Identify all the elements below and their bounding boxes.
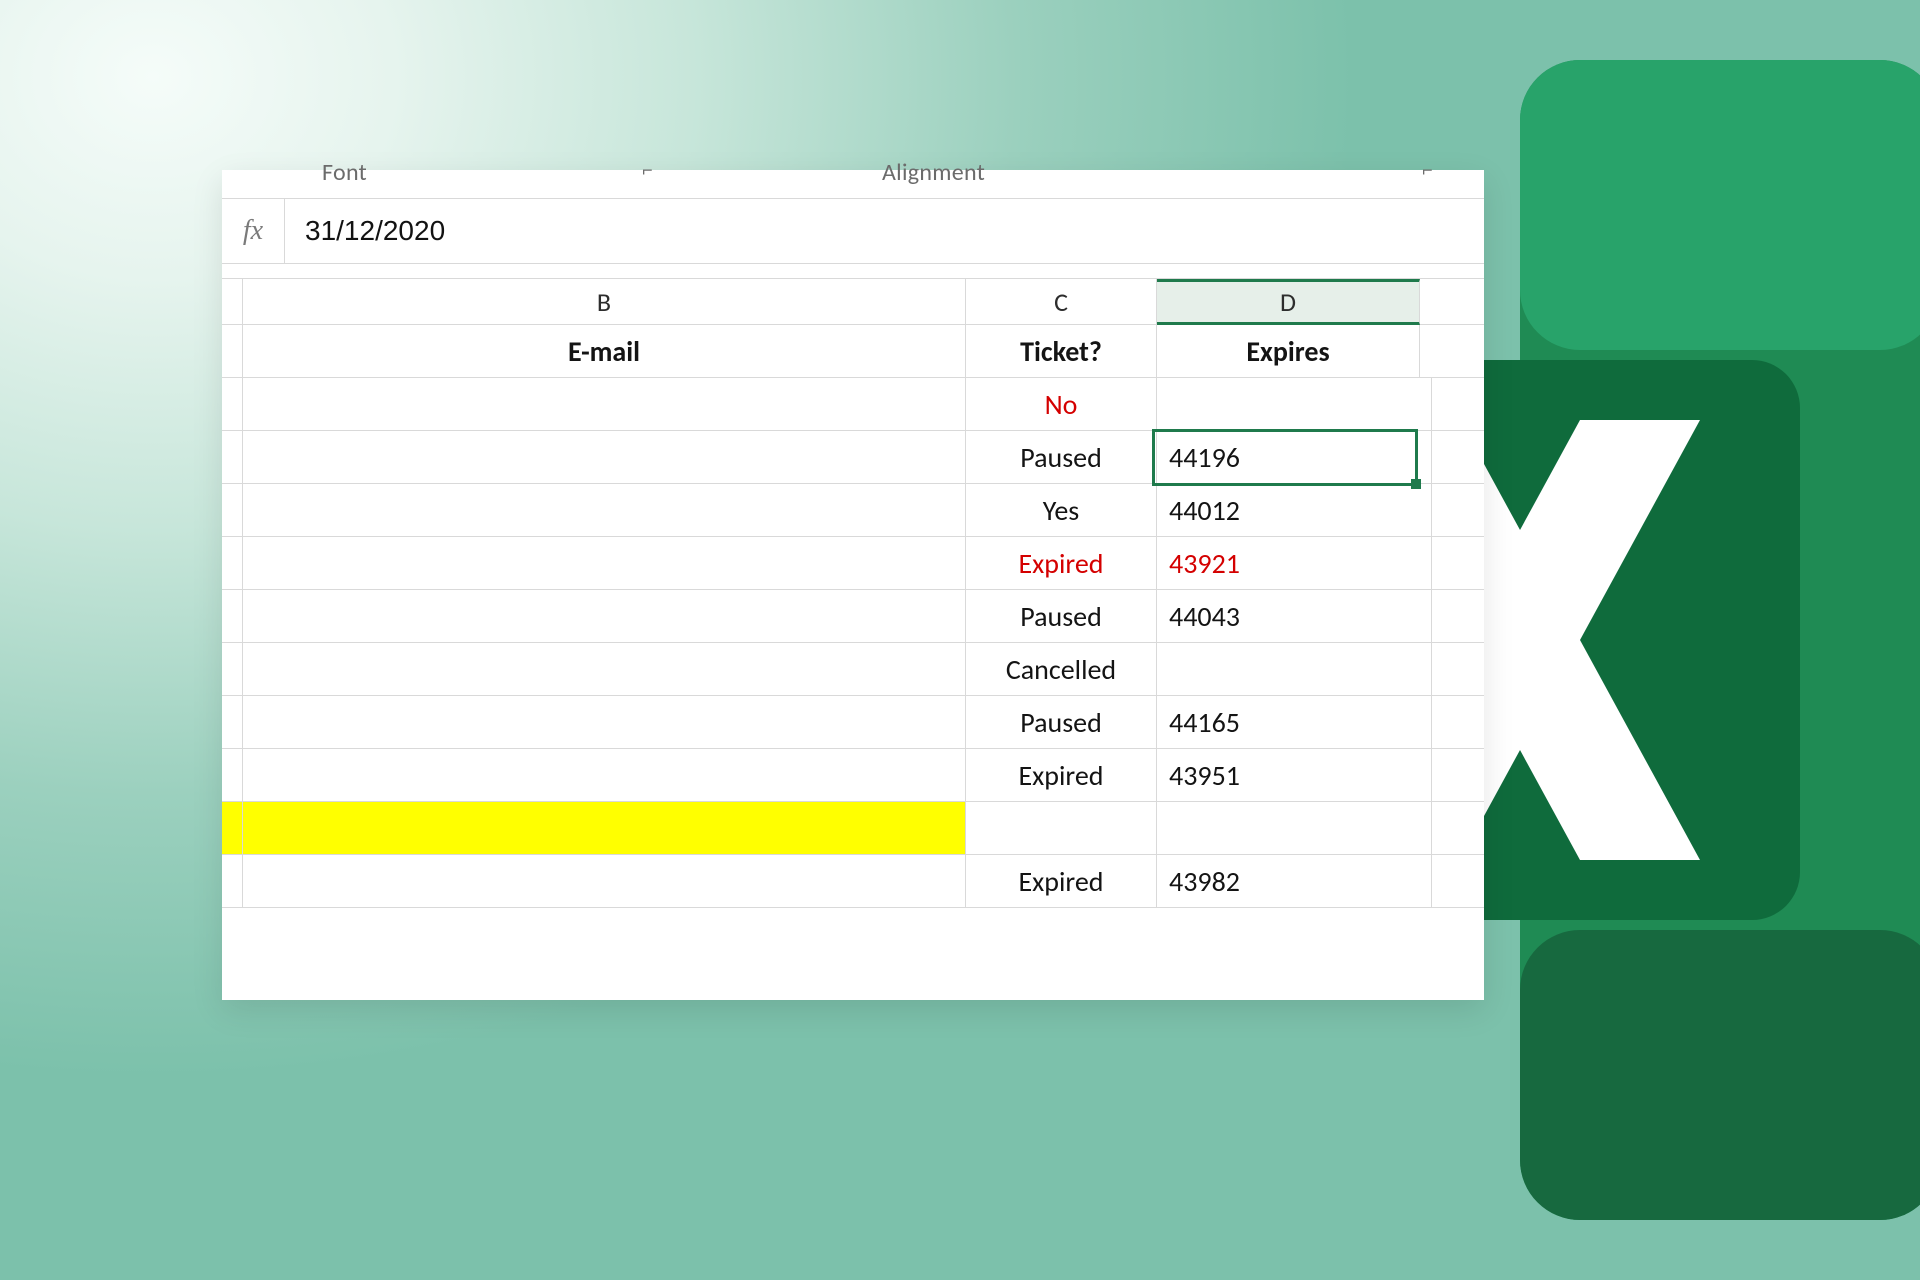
cell[interactable]: [243, 643, 966, 696]
fx-icon[interactable]: fx: [222, 199, 285, 263]
cell[interactable]: Paused: [966, 431, 1157, 484]
cell[interactable]: E-mail: [243, 325, 966, 378]
cell[interactable]: [222, 855, 243, 908]
cell[interactable]: [1432, 855, 1484, 908]
cell[interactable]: Expired: [966, 855, 1157, 908]
cell[interactable]: [222, 537, 243, 590]
table-row: Paused44196: [222, 431, 1484, 484]
cell[interactable]: 43982: [1157, 855, 1432, 908]
table-row: No: [222, 378, 1484, 431]
table-row: Paused44043: [222, 590, 1484, 643]
cell[interactable]: 44196: [1157, 431, 1432, 484]
cell[interactable]: [243, 802, 966, 855]
spreadsheet-grid[interactable]: B C D E-mailTicket?ExpiresNoPaused44196Y…: [222, 279, 1484, 908]
dialog-launcher-icon[interactable]: ⌐: [642, 162, 653, 182]
ribbon-group-font-label: Font: [322, 158, 367, 187]
cell[interactable]: Expired: [966, 749, 1157, 802]
col-header-d[interactable]: D: [1157, 279, 1420, 325]
cell[interactable]: [1432, 802, 1484, 855]
dialog-launcher-icon[interactable]: ⌐: [1422, 162, 1433, 182]
cell[interactable]: Paused: [966, 590, 1157, 643]
cell[interactable]: [222, 643, 243, 696]
cell[interactable]: Expired: [966, 537, 1157, 590]
cell[interactable]: [1432, 590, 1484, 643]
ribbon-group-alignment-label: Alignment: [882, 158, 985, 187]
cell[interactable]: Yes: [966, 484, 1157, 537]
cell[interactable]: [1420, 325, 1484, 378]
cell[interactable]: [243, 696, 966, 749]
cell[interactable]: [1432, 696, 1484, 749]
table-row: [222, 802, 1484, 855]
cell[interactable]: 44043: [1157, 590, 1432, 643]
excel-window: Font ⌐ Alignment ⌐ fx B C D E-mailTicket…: [222, 170, 1484, 1000]
cell[interactable]: [1432, 431, 1484, 484]
column-headers[interactable]: B C D: [222, 279, 1484, 325]
cell[interactable]: 44012: [1157, 484, 1432, 537]
cell[interactable]: Ticket?: [966, 325, 1157, 378]
cell[interactable]: [222, 378, 243, 431]
cell[interactable]: 43921: [1157, 537, 1432, 590]
cell[interactable]: [1157, 378, 1432, 431]
table-row: Expired43951: [222, 749, 1484, 802]
formula-input[interactable]: [285, 199, 1484, 263]
cell[interactable]: 44165: [1157, 696, 1432, 749]
cell[interactable]: [222, 325, 243, 378]
cell[interactable]: [1432, 643, 1484, 696]
table-row: Expired43982: [222, 855, 1484, 908]
col-header-c[interactable]: C: [966, 279, 1157, 325]
cell[interactable]: [243, 749, 966, 802]
cell[interactable]: [243, 590, 966, 643]
cell[interactable]: Paused: [966, 696, 1157, 749]
cell[interactable]: [222, 696, 243, 749]
table-row: Expired43921: [222, 537, 1484, 590]
cell[interactable]: [966, 802, 1157, 855]
cell[interactable]: [243, 431, 966, 484]
cell[interactable]: No: [966, 378, 1157, 431]
table-row: Paused44165: [222, 696, 1484, 749]
col-header-a[interactable]: [222, 279, 243, 325]
cell[interactable]: [222, 749, 243, 802]
cell[interactable]: [222, 802, 243, 855]
cell[interactable]: [1432, 537, 1484, 590]
cell[interactable]: 43951: [1157, 749, 1432, 802]
cell[interactable]: Cancelled: [966, 643, 1157, 696]
cell[interactable]: [222, 431, 243, 484]
cell[interactable]: [243, 855, 966, 908]
col-header-b[interactable]: B: [243, 279, 966, 325]
cell[interactable]: [243, 378, 966, 431]
cell[interactable]: [1157, 802, 1432, 855]
ribbon-strip: Font ⌐ Alignment ⌐: [222, 170, 1484, 199]
col-header-e[interactable]: [1420, 279, 1484, 325]
table-row: Cancelled: [222, 643, 1484, 696]
cell[interactable]: [1432, 749, 1484, 802]
formula-bar: fx: [222, 199, 1484, 264]
table-row: Yes44012: [222, 484, 1484, 537]
cell[interactable]: [1432, 484, 1484, 537]
cell[interactable]: [222, 590, 243, 643]
header-row: E-mailTicket?Expires: [222, 325, 1484, 378]
spacer: [222, 264, 1484, 279]
cell[interactable]: Expires: [1157, 325, 1420, 378]
cell[interactable]: [222, 484, 243, 537]
cell[interactable]: [1157, 643, 1432, 696]
cell[interactable]: [243, 537, 966, 590]
cell[interactable]: [243, 484, 966, 537]
cell[interactable]: [1432, 378, 1484, 431]
